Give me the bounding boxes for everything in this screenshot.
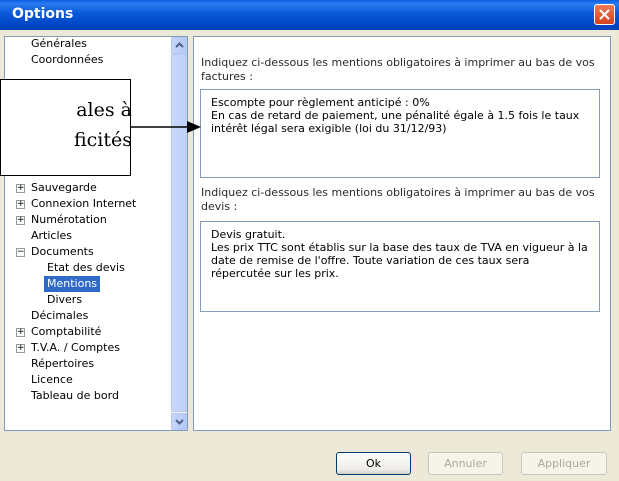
callout-arrow (131, 121, 201, 133)
